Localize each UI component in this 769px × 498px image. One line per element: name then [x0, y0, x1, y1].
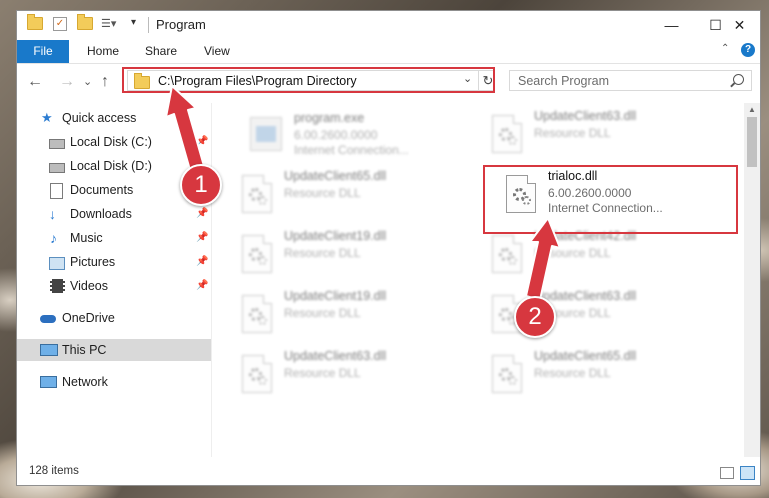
annotation-arrows	[165, 85, 561, 301]
step-2-badge: 2	[514, 296, 556, 338]
step-1-badge: 1	[180, 164, 222, 206]
